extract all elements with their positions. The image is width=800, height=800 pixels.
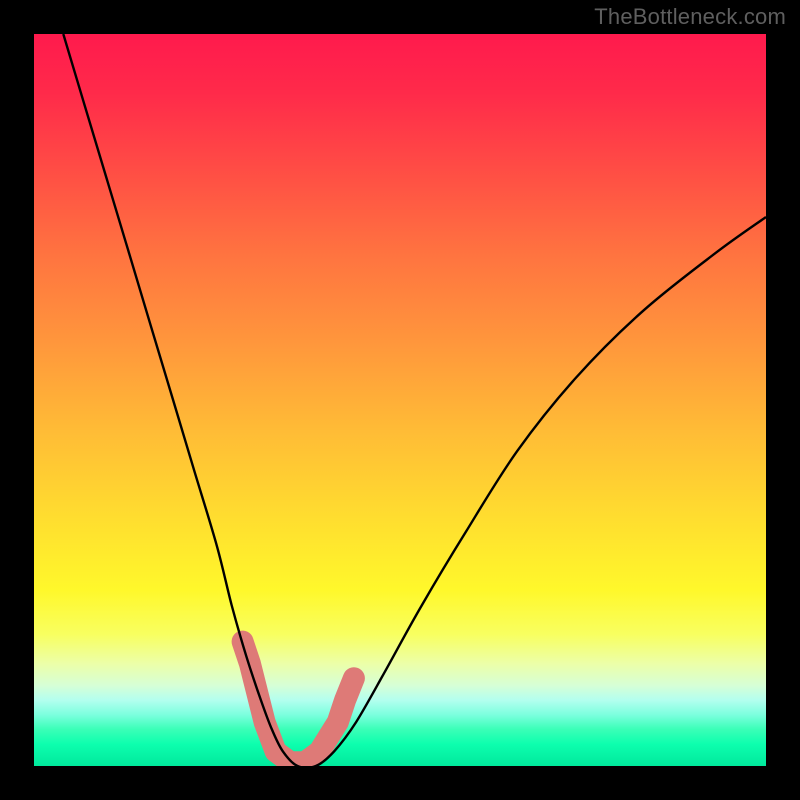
plot-area <box>34 34 766 766</box>
outer-frame: TheBottleneck.com <box>0 0 800 800</box>
chart-svg <box>34 34 766 766</box>
watermark-text: TheBottleneck.com <box>594 4 786 30</box>
bottleneck-curve <box>63 34 766 766</box>
highlight-markers <box>243 642 354 763</box>
marker-group <box>243 642 354 763</box>
